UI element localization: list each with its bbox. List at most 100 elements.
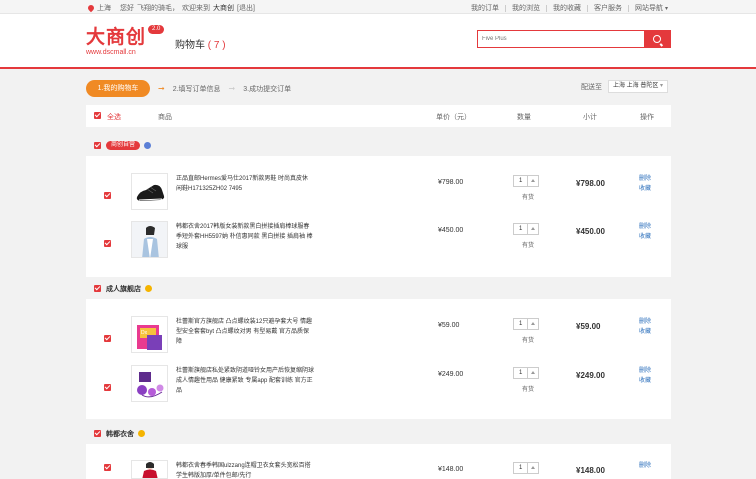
delete-link[interactable]: 删除	[639, 174, 651, 184]
unit-price: ¥249.00	[438, 371, 464, 378]
quantity-stepper[interactable]: 1	[513, 462, 539, 474]
item-checkbox[interactable]	[104, 335, 111, 342]
search-box	[477, 30, 671, 48]
checkout-steps: 1.我的购物车 ➞ 2.填写订单信息 ➞ 3.成功提交订单	[86, 80, 291, 97]
column-unit-price: 单价（元）	[436, 114, 471, 121]
product-image[interactable]	[131, 173, 168, 210]
product-title[interactable]: 韩都衣舍2017韩版女装新款黑白拼接插肩棒球服春季短外套HH5597妠 朴信惠同…	[176, 222, 314, 252]
logo-version-badge: 2.0	[148, 25, 165, 34]
quantity-stepper[interactable]: 1	[513, 223, 539, 235]
arrow-right-icon: ➞	[228, 84, 236, 93]
product-image[interactable]: Dx	[131, 316, 168, 353]
favorite-link[interactable]: 收藏	[639, 376, 651, 386]
item-checkbox[interactable]	[104, 240, 111, 247]
my-history-link[interactable]: 我的浏览	[512, 3, 540, 13]
unit-price: ¥798.00	[438, 179, 464, 186]
my-favorites-link[interactable]: 我的收藏	[553, 3, 581, 13]
item-checkbox[interactable]	[104, 464, 111, 471]
item-operations: 删除 收藏	[639, 174, 651, 194]
shop-name[interactable]: 韩都衣舍	[106, 429, 134, 439]
top-bar: 上海 您好 飞翔的骑毛， 欢迎来到 大商创 [退出] 我的订单 我的浏览 我的收…	[0, 0, 756, 14]
logo-url: www.dscmall.cn	[86, 49, 136, 56]
site-nav-dropdown[interactable]: 网站导航	[635, 3, 668, 13]
subtotal: ¥450.00	[576, 227, 605, 236]
username[interactable]: 飞翔的骑毛，	[137, 3, 179, 13]
increase-icon[interactable]	[527, 368, 538, 378]
shop-header: 成人旗舰店	[86, 280, 671, 297]
product-image[interactable]	[131, 221, 168, 258]
quantity-stepper[interactable]: 1	[513, 367, 539, 379]
shop-items: 正品直邮Hermes爱马仕2017新款男鞋 时尚真皮休闲鞋H171325ZH02…	[86, 156, 671, 277]
favorite-link[interactable]: 收藏	[639, 184, 651, 194]
logo-text: 大商创	[86, 26, 147, 48]
product-image[interactable]	[131, 365, 168, 402]
delete-link[interactable]: 删除	[639, 222, 651, 232]
item-checkbox[interactable]	[104, 384, 111, 391]
select-all-label[interactable]: 全选	[107, 112, 121, 122]
item-operations: 删除 收藏	[639, 317, 651, 337]
cart-item: Dx 杜蕾斯官方旗舰店 凸点螺纹装12只避孕套大号 情趣型安全套套byt 凸点螺…	[86, 316, 671, 369]
my-orders-link[interactable]: 我的订单	[471, 3, 499, 13]
search-input[interactable]	[482, 33, 642, 45]
site-name: 大商创	[213, 5, 234, 12]
item-checkbox[interactable]	[104, 192, 111, 199]
location-text: 上海	[97, 5, 111, 12]
search-icon	[653, 35, 661, 43]
shop-checkbox[interactable]	[94, 430, 101, 437]
shop-checkbox[interactable]	[94, 142, 101, 149]
product-title[interactable]: 杜蕾斯旗舰店私处紧致阴道哑铃女用产后恢复缩阴球成人情趣性用品 健康紧致 专属ap…	[176, 366, 314, 396]
svg-text:Dx: Dx	[141, 330, 148, 336]
step-my-cart: 1.我的购物车	[86, 80, 150, 97]
cart-item: 韩都衣舍春季韩国ulzzang连帽卫衣女套头宽松百搭学生韩版加厚/单件包邮/先行…	[86, 460, 671, 479]
product-title[interactable]: 韩都衣舍春季韩国ulzzang连帽卫衣女套头宽松百搭学生韩版加厚/单件包邮/先行	[176, 461, 314, 479]
logo[interactable]: 大商创 2.0 www.dscmall.cn	[86, 22, 165, 56]
stock-status: 有货	[522, 195, 535, 201]
shop-name[interactable]: 成人旗舰店	[106, 284, 141, 294]
increase-icon[interactable]	[527, 176, 538, 186]
location-pin-icon	[88, 5, 94, 12]
stock-status: 有货	[522, 338, 535, 344]
search-button[interactable]	[644, 31, 670, 47]
favorite-link[interactable]: 收藏	[639, 232, 651, 242]
chat-icon[interactable]	[145, 285, 152, 292]
stock-status: 有货	[522, 387, 535, 393]
location-selector[interactable]: 上海	[88, 3, 111, 13]
item-operations: 删除 收藏	[639, 222, 651, 242]
delete-link[interactable]: 删除	[639, 317, 651, 327]
cart-item: 杜蕾斯旗舰店私处紧致阴道哑铃女用产后恢复缩阴球成人情趣性用品 健康紧致 专属ap…	[86, 365, 671, 418]
ship-to-label: 配送至	[581, 83, 602, 91]
ship-to-select[interactable]: 上海 上海 普陀区	[608, 80, 669, 93]
item-operations: 删除	[639, 461, 651, 471]
shop-items: Dx 杜蕾斯官方旗舰店 凸点螺纹装12只避孕套大号 情趣型安全套套byt 凸点螺…	[86, 299, 671, 419]
chat-icon[interactable]	[138, 430, 145, 437]
quantity-stepper[interactable]: 1	[513, 318, 539, 330]
shop-name[interactable]: 商创自营	[106, 141, 141, 150]
column-product: 商品	[158, 114, 172, 121]
customer-service-link[interactable]: 客户服务	[594, 3, 622, 13]
product-image[interactable]	[131, 460, 168, 479]
stock-status: 有货	[522, 243, 535, 249]
product-title[interactable]: 正品直邮Hermes爱马仕2017新款男鞋 时尚真皮休闲鞋H171325ZH02…	[176, 174, 314, 194]
column-subtotal: 小计	[583, 114, 597, 121]
delete-link[interactable]: 删除	[639, 366, 651, 376]
subtotal: ¥148.00	[576, 466, 605, 475]
quantity-stepper[interactable]: 1	[513, 175, 539, 187]
ship-to: 配送至 上海 上海 普陀区	[581, 80, 669, 93]
header: 大商创 2.0 www.dscmall.cn 购物车 ( 7 )	[0, 14, 756, 69]
increase-icon[interactable]	[527, 224, 538, 234]
shop-checkbox[interactable]	[94, 285, 101, 292]
item-operations: 删除 收藏	[639, 366, 651, 386]
page-title: 购物车 ( 7 )	[175, 40, 226, 51]
subtotal: ¥249.00	[576, 371, 605, 380]
step-fill-order: 2.填写订单信息	[172, 85, 221, 93]
increase-icon[interactable]	[527, 463, 538, 473]
product-title[interactable]: 杜蕾斯官方旗舰店 凸点螺纹装12只避孕套大号 情趣型安全套套byt 凸点螺纹对男…	[176, 317, 314, 347]
top-links: 我的订单 我的浏览 我的收藏 客户服务 网站导航	[471, 3, 668, 13]
increase-icon[interactable]	[527, 319, 538, 329]
logout-link[interactable]: [退出]	[237, 3, 255, 13]
chat-icon[interactable]	[144, 142, 152, 149]
favorite-link[interactable]: 收藏	[639, 327, 651, 337]
delete-link[interactable]: 删除	[639, 461, 651, 471]
select-all-checkbox[interactable]	[94, 112, 101, 119]
cart-count: ( 7 )	[207, 40, 226, 51]
